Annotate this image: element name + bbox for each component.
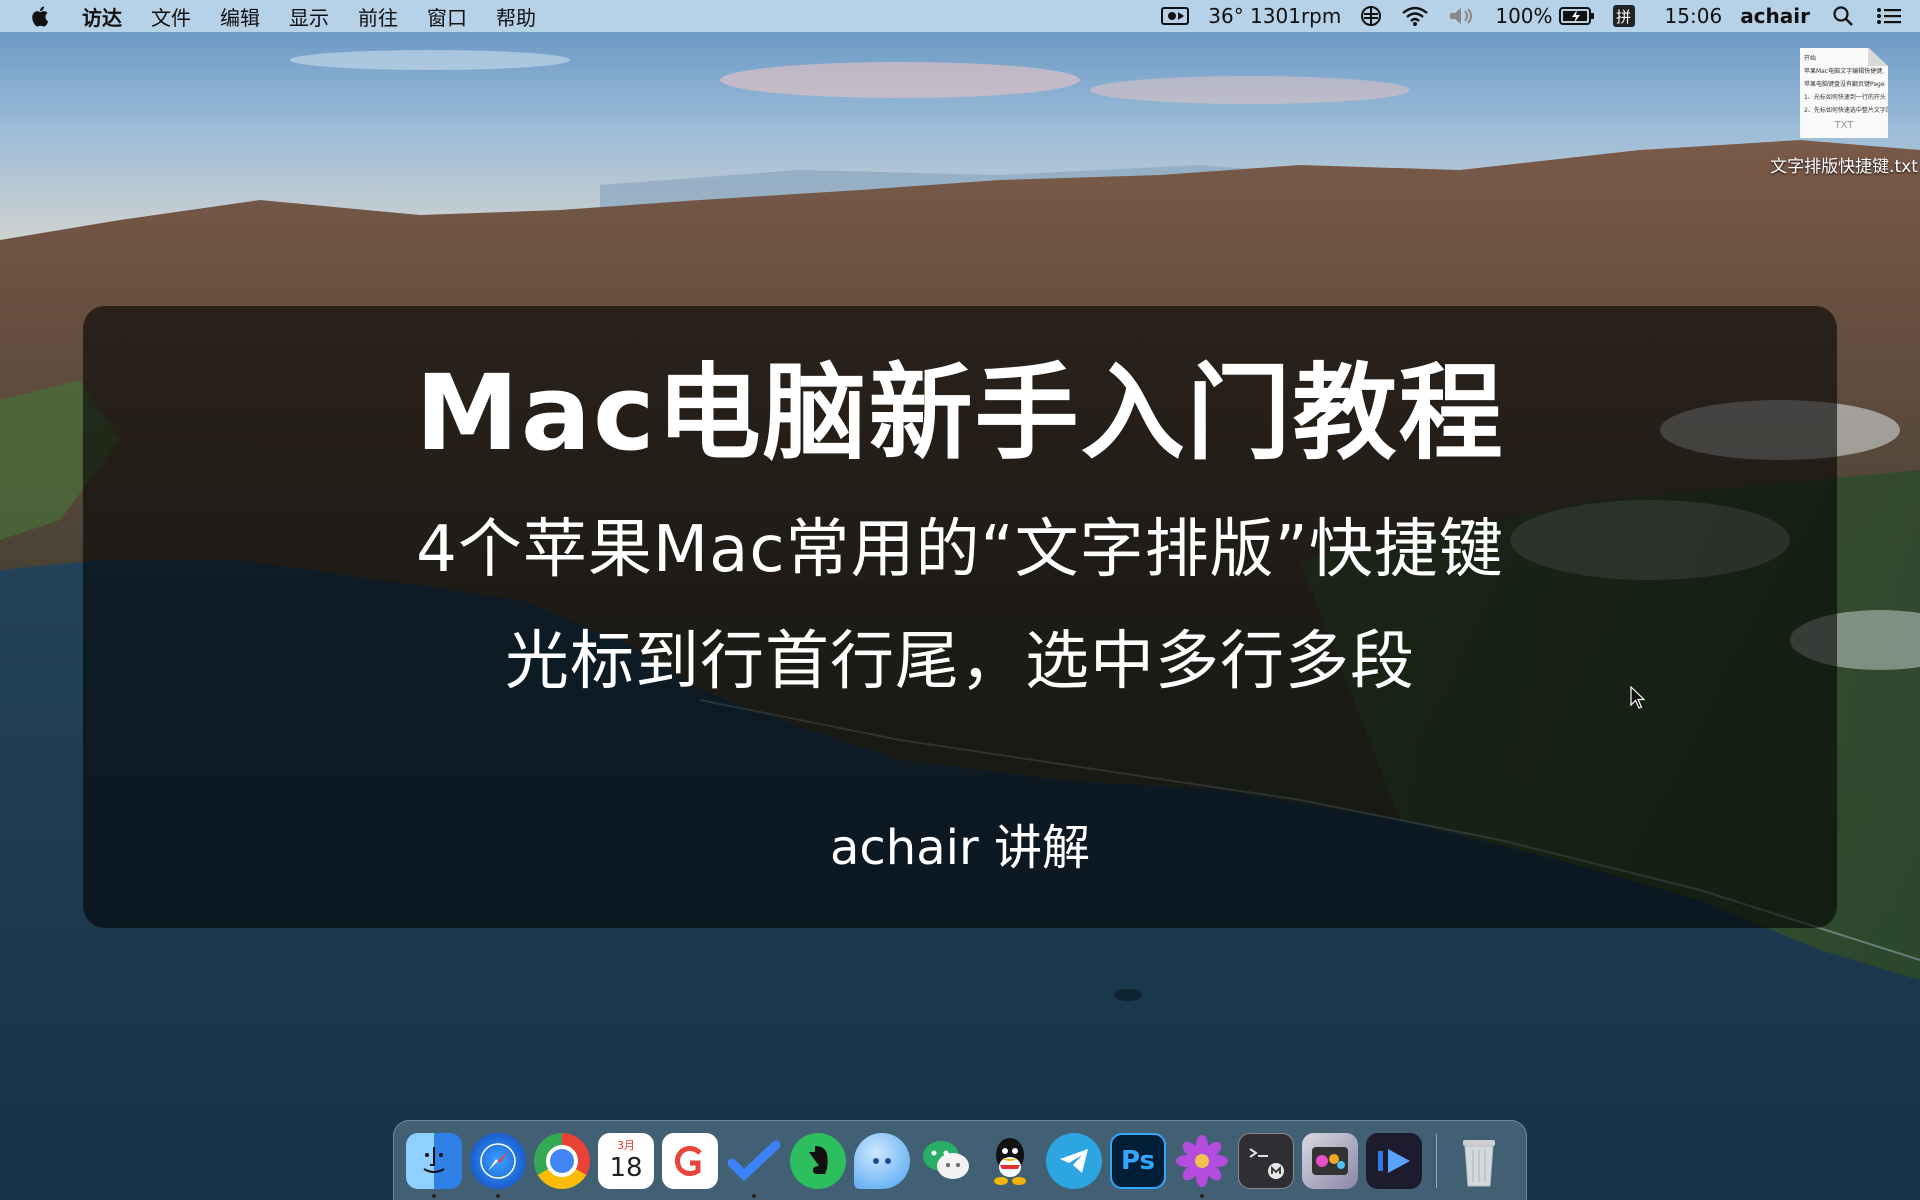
search-icon[interactable] <box>1832 5 1854 27</box>
photoshop-label: Ps <box>1120 1145 1156 1176</box>
card-subtitle-2: 光标到行首行尾，选中多行多段 <box>505 625 1415 699</box>
input-method-indicator[interactable]: 拼 <box>1612 5 1635 27</box>
calendar-month: 3月 <box>617 1138 635 1152</box>
menu-app-name[interactable]: 访达 <box>82 2 122 31</box>
running-indicator <box>1200 1193 1204 1198</box>
dock-separator <box>1436 1133 1437 1188</box>
menu-bar: 访达 文件 编辑 显示 前往 窗口 帮助 36° 1301rpm 100% 拼 … <box>0 0 1920 32</box>
volume-icon[interactable] <box>1447 5 1477 27</box>
page-fold <box>1868 48 1888 66</box>
dock-evernote-icon[interactable] <box>790 1132 846 1189</box>
control-center-icon[interactable] <box>1876 6 1902 26</box>
desktop-file[interactable]: 开始 苹果Mac电脑文字编辑快捷键, 苹果电脑键盘没有翻页键Page 1、光标如… <box>1768 48 1920 178</box>
dock-motion-icon[interactable] <box>1302 1132 1358 1189</box>
apple-icon[interactable] <box>30 4 52 28</box>
dock-todo-icon[interactable] <box>726 1133 782 1198</box>
dock-chrome-icon[interactable] <box>534 1132 590 1189</box>
preview-line: 苹果电脑键盘没有翻页键Page <box>1804 81 1885 88</box>
battery-charging-icon[interactable] <box>1558 6 1595 26</box>
running-indicator <box>496 1193 500 1198</box>
dock-wechat-icon[interactable] <box>918 1133 974 1189</box>
dock-photoshop-icon[interactable]: Ps <box>1110 1132 1166 1189</box>
file-name-label[interactable]: 文字排版快捷键.txt <box>1770 152 1918 177</box>
chrome-center <box>546 1144 578 1177</box>
user-name[interactable]: achair <box>1740 4 1810 28</box>
sensor-readout[interactable]: 36° 1301rpm <box>1208 4 1341 28</box>
calendar-day: 18 <box>609 1152 643 1183</box>
card-title: Mac电脑新手入门教程 <box>415 352 1505 474</box>
dock: 3月 18 Ps <box>393 1120 1527 1200</box>
menu-window[interactable]: 窗口 <box>427 2 467 31</box>
menu-help[interactable]: 帮助 <box>496 2 536 31</box>
battery-percent[interactable]: 100% <box>1495 4 1552 28</box>
preview-line: 2、先标如何快速选中整片文字的 <box>1804 107 1888 114</box>
menu-view[interactable]: 显示 <box>289 2 329 31</box>
dock-finder-icon[interactable] <box>406 1132 462 1198</box>
menu-file[interactable]: 文件 <box>151 2 191 31</box>
dock-player-icon[interactable] <box>1366 1132 1422 1189</box>
dock-message-icon[interactable] <box>854 1132 910 1189</box>
dock-safari-icon[interactable] <box>470 1132 526 1198</box>
dock-trash-icon[interactable] <box>1451 1133 1507 1189</box>
menu-bar-status: 36° 1301rpm 100% 拼 15:06 achair <box>1142 0 1902 32</box>
card-author: achair 讲解 <box>830 820 1090 876</box>
text-file-icon[interactable]: 开始 苹果Mac电脑文字编辑快捷键, 苹果电脑键盘没有翻页键Page 1、光标如… <box>1800 48 1888 138</box>
wifi-icon[interactable] <box>1401 5 1429 27</box>
screen-record-icon[interactable] <box>1160 5 1190 27</box>
menu-go[interactable]: 前往 <box>358 2 398 31</box>
dock-terminal-icon[interactable] <box>1238 1132 1294 1189</box>
dock-gitmind-icon[interactable] <box>662 1132 718 1189</box>
dock-calendar-icon[interactable]: 3月 18 <box>598 1132 654 1189</box>
running-indicator <box>752 1193 756 1198</box>
fan-sensor-icon[interactable] <box>1359 4 1383 28</box>
file-extension-label: TXT <box>1834 120 1854 131</box>
mouse-cursor-icon <box>1630 686 1646 709</box>
menu-edit[interactable]: 编辑 <box>220 2 260 31</box>
running-indicator <box>432 1193 436 1198</box>
dock-qq-icon[interactable] <box>982 1133 1038 1189</box>
menu-bar-left: 访达 文件 编辑 显示 前往 窗口 帮助 <box>30 0 565 32</box>
clock[interactable]: 15:06 <box>1665 4 1723 28</box>
card-subtitle-1: 4个苹果Mac常用的“文字排版”快捷键 <box>416 513 1504 587</box>
title-card-overlay: Mac电脑新手入门教程 4个苹果Mac常用的“文字排版”快捷键 光标到行首行尾，… <box>83 306 1837 928</box>
dock-flower-icon[interactable] <box>1174 1133 1230 1198</box>
dock-telegram-icon[interactable] <box>1046 1132 1102 1189</box>
preview-line: 苹果Mac电脑文字编辑快捷键, <box>1804 68 1885 75</box>
preview-line: 1、光标如何快速到一行的开头 <box>1804 94 1886 101</box>
